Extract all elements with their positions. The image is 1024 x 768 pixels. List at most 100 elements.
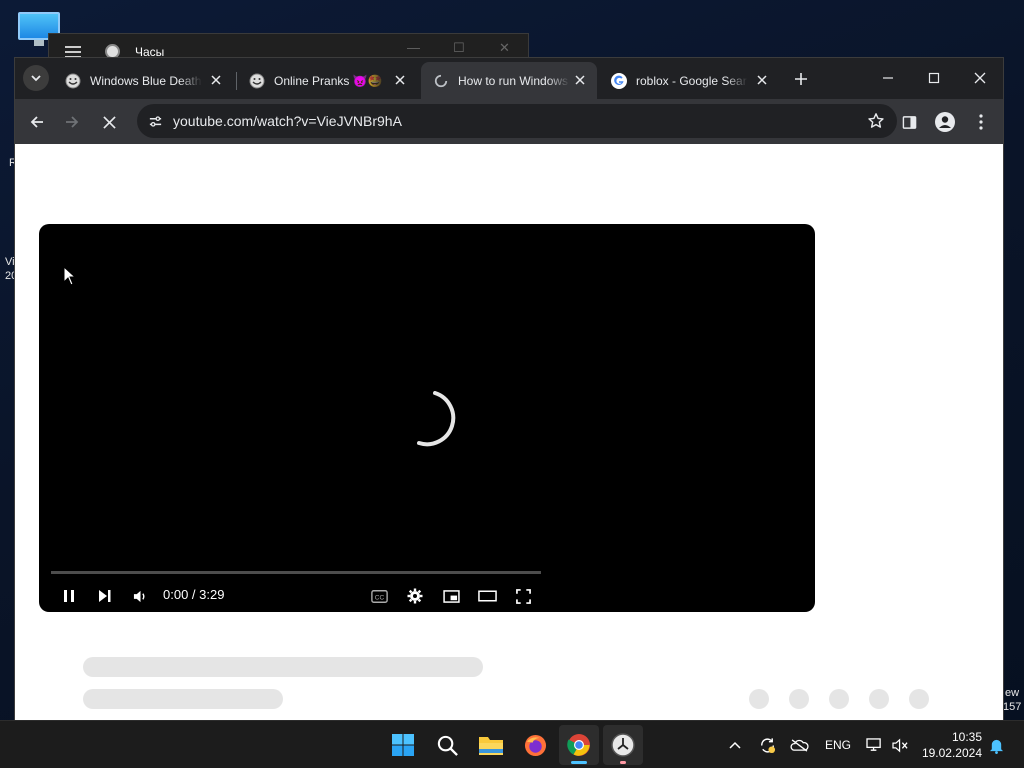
network-tray-button[interactable] — [864, 735, 884, 755]
taskbar: ENG 10:35 19.02.2024 — [0, 720, 1024, 768]
theater-mode-icon — [477, 590, 497, 602]
close-tab-icon[interactable] — [209, 73, 223, 87]
clock-time: 10:35 — [951, 730, 982, 744]
browser-menu-button[interactable] — [967, 108, 995, 136]
input-language-indicator[interactable]: ENG — [825, 738, 851, 752]
address-bar[interactable]: youtube.com/watch?v=VieJVNBr9hA — [137, 104, 897, 138]
show-hidden-icons-button[interactable] — [725, 735, 745, 755]
stop-loading-button[interactable] — [95, 108, 123, 136]
troll-face-icon — [65, 73, 81, 89]
running-app-indicator — [620, 761, 626, 764]
chevron-down-icon — [31, 75, 41, 82]
theater-mode-button[interactable] — [475, 584, 499, 608]
minimize-icon — [883, 77, 893, 79]
close-tab-icon[interactable] — [755, 73, 769, 87]
fullscreen-button[interactable] — [511, 584, 535, 608]
minimize-button[interactable] — [865, 64, 911, 92]
profile-button[interactable] — [931, 108, 959, 136]
title-placeholder — [83, 657, 483, 677]
pause-button[interactable] — [57, 584, 81, 608]
volume-icon — [133, 590, 144, 602]
start-button[interactable] — [383, 725, 423, 765]
firefox-button[interactable] — [515, 725, 555, 765]
url-text[interactable]: youtube.com/watch?v=VieJVNBr9hA — [173, 113, 402, 129]
arrow-left-icon — [30, 116, 43, 128]
taskbar-search-button[interactable] — [427, 725, 467, 765]
file-explorer-icon — [479, 737, 503, 755]
desktop-label-fragment: 157 — [1003, 701, 1022, 713]
gear-icon — [407, 588, 423, 604]
video-progress-bar[interactable] — [51, 571, 541, 574]
loading-icon — [433, 73, 449, 89]
channel-placeholder — [83, 689, 283, 709]
captions-icon: CC — [370, 589, 388, 603]
site-settings-icon[interactable] — [143, 109, 167, 133]
svg-text:CC: CC — [374, 594, 384, 601]
miniplayer-icon — [442, 589, 460, 603]
tab-online-pranks[interactable]: Online Pranks 👿🤩 — [237, 62, 417, 99]
close-window-button[interactable] — [957, 64, 1003, 92]
loading-spinner-icon — [417, 391, 456, 447]
windows-start-icon — [392, 734, 414, 756]
side-panel-button[interactable] — [895, 108, 923, 136]
tab-title: Windows Blue Death — [90, 73, 202, 88]
volume-tray-button[interactable] — [890, 735, 910, 755]
clock-date: 19.02.2024 — [921, 746, 982, 760]
clock-app-button[interactable] — [603, 725, 643, 765]
maximize-button[interactable] — [911, 64, 957, 92]
volume-button[interactable] — [128, 584, 152, 608]
next-video-button[interactable] — [93, 584, 117, 608]
action-placeholder — [749, 689, 769, 709]
maximize-icon[interactable]: ☐ — [453, 40, 465, 56]
sync-error-icon — [760, 737, 775, 753]
action-placeholder — [869, 689, 889, 709]
tab-roblox-google-search[interactable]: roblox - Google Sear — [599, 62, 779, 99]
browser-toolbar: youtube.com/watch?v=VieJVNBr9hA — [15, 99, 1003, 144]
tab-title: Online Pranks 👿🤩 — [274, 73, 383, 88]
browser-window: Windows Blue Death Online Pranks 👿🤩 How … — [14, 57, 1004, 720]
desktop-label-fragment: ew — [1005, 687, 1020, 699]
file-explorer-button[interactable] — [471, 725, 511, 765]
pause-icon — [64, 590, 74, 602]
new-tab-button[interactable] — [789, 67, 813, 91]
close-icon — [102, 115, 116, 129]
video-player[interactable]: 0:00 / 3:29 CC — [39, 224, 815, 612]
chevron-up-icon — [729, 741, 741, 749]
user-avatar-icon — [935, 112, 955, 132]
tab-search-button[interactable] — [23, 65, 49, 91]
sync-tray-button[interactable] — [757, 735, 777, 755]
volume-muted-icon — [891, 738, 908, 752]
close-icon[interactable]: ✕ — [499, 40, 510, 56]
clock-app-icon — [611, 733, 635, 757]
chrome-button[interactable] — [559, 725, 599, 765]
minimize-icon[interactable]: — — [407, 40, 420, 55]
firefox-icon — [524, 734, 546, 756]
active-app-indicator — [571, 761, 587, 764]
onedrive-tray-button[interactable] — [789, 735, 809, 755]
taskbar-clock[interactable]: 10:35 19.02.2024 — [918, 729, 982, 761]
plus-icon — [795, 73, 807, 85]
mouse-cursor-icon — [63, 266, 77, 286]
bell-icon — [989, 739, 1003, 754]
close-tab-icon[interactable] — [393, 73, 407, 87]
subtitles-button[interactable]: CC — [367, 584, 391, 608]
miniplayer-button[interactable] — [439, 584, 463, 608]
close-tab-icon[interactable] — [573, 73, 587, 87]
settings-button[interactable] — [403, 584, 427, 608]
search-icon — [437, 735, 458, 756]
skip-next-icon — [99, 590, 111, 602]
bookmark-star-icon[interactable] — [867, 112, 885, 130]
page-content: 0:00 / 3:29 CC — [15, 144, 1003, 720]
tab-windows-blue-death[interactable]: Windows Blue Death — [53, 62, 233, 99]
tab-title: roblox - Google Sear — [636, 73, 747, 88]
network-disconnected-icon — [865, 737, 881, 751]
more-vertical-icon — [979, 114, 983, 130]
forward-button[interactable] — [58, 108, 86, 136]
tab-how-to-run-windows[interactable]: How to run Windows — [421, 62, 597, 99]
google-g-icon — [611, 72, 627, 89]
side-panel-icon — [902, 115, 916, 129]
back-button[interactable] — [23, 108, 51, 136]
maximize-icon — [928, 72, 940, 84]
notifications-button[interactable] — [986, 735, 1006, 755]
cloud-offline-icon — [789, 738, 809, 752]
